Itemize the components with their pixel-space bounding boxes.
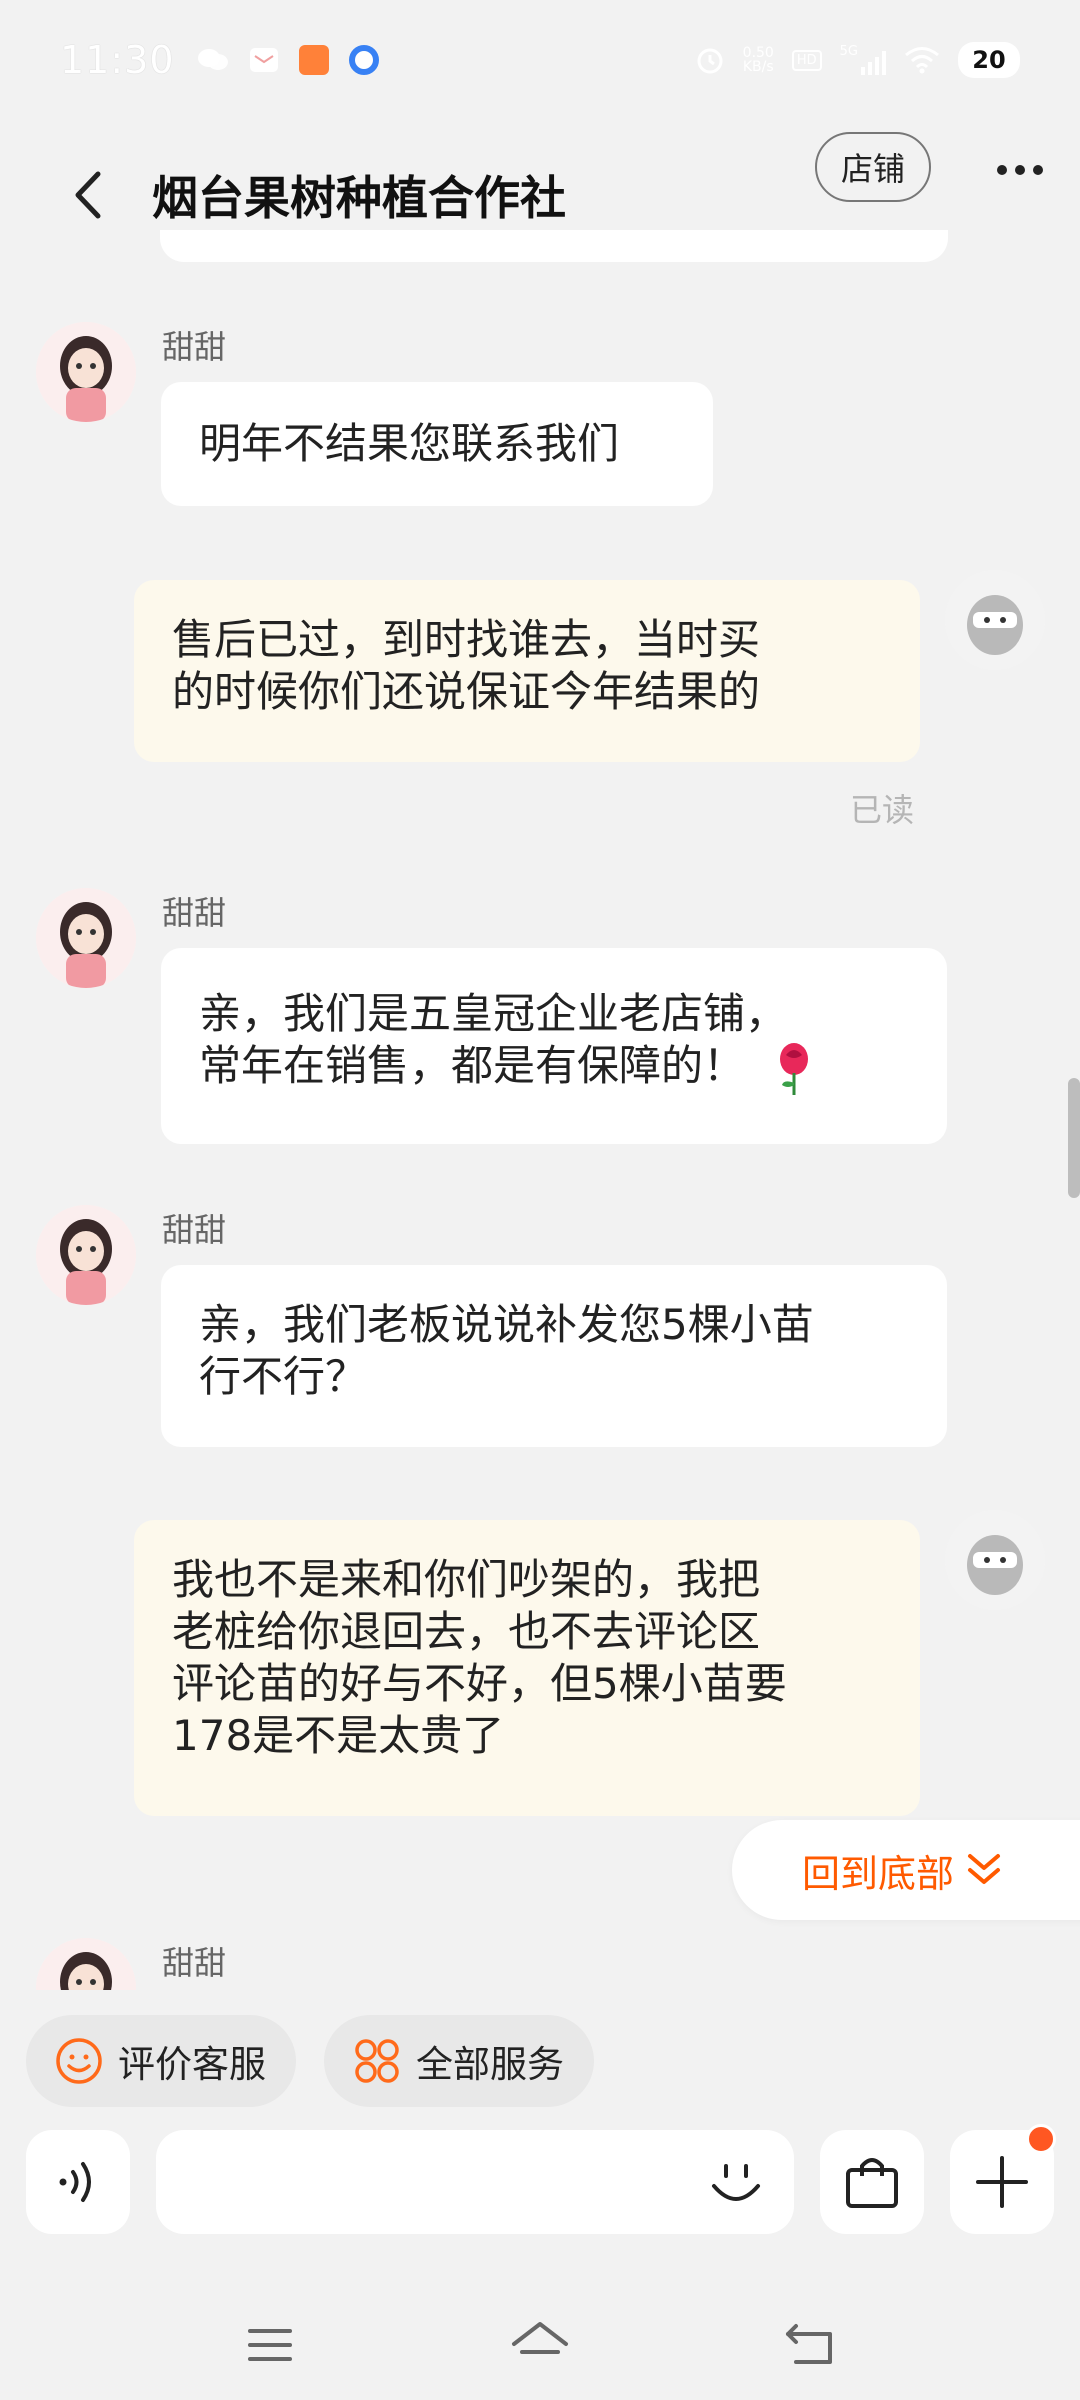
message-line: 的时候你们还说保证今年结果的 (172, 667, 761, 716)
taobao-notification-icon (298, 45, 329, 75)
net-speed: 0.50 KB/s (742, 45, 774, 75)
chip-label: 全部服务 (416, 2043, 564, 2086)
input-bar (0, 2124, 1080, 2240)
voice-icon (59, 2162, 91, 2202)
message-line: 亲，我们老板说说补发您5棵小苗 (199, 1300, 814, 1349)
message-input[interactable] (156, 2130, 676, 2234)
notification-icons (197, 45, 379, 75)
home-icon (512, 2322, 568, 2354)
message-input-field[interactable] (156, 2130, 794, 2234)
system-icons: 0.50 KB/s HD 5G 20 (695, 42, 1020, 78)
message-line: 售后已过，到时找谁去，当时买 (172, 615, 761, 664)
battery-indicator: 20 (958, 42, 1020, 78)
browser-notification-icon (348, 45, 379, 75)
avatar[interactable] (36, 1205, 136, 1305)
menu-icon (248, 2329, 292, 2361)
back-arrow-icon (786, 2324, 832, 2364)
seller-avatar-icon (36, 1205, 136, 1305)
avatar[interactable] (36, 888, 136, 988)
emoji-button[interactable] (706, 2152, 766, 2212)
previous-message-bubble (160, 230, 948, 262)
user-avatar-icon (945, 1510, 1045, 1610)
all-services-button[interactable]: 全部服务 (324, 2015, 594, 2107)
seller-avatar-icon (36, 322, 136, 422)
message-bubble[interactable]: 亲，我们老板说说补发您5棵小苗 行不行？ (161, 1265, 947, 1447)
new-badge (1026, 2124, 1056, 2154)
shopping-bag-icon (846, 2158, 898, 2208)
sender-name: 甜甜 (162, 894, 227, 932)
message-bubble[interactable]: 亲，我们是五皇冠企业老店铺， 常年在销售，都是有保障的！ (161, 948, 947, 1144)
message-line: 常年在销售，都是有保障的！ (199, 1040, 909, 1097)
chip-label: 评价客服 (118, 2043, 266, 2086)
chat-title: 烟台果树种植合作社 (152, 171, 566, 225)
smile-icon (54, 2036, 104, 2086)
message-line: 我也不是来和你们吵架的，我把 (172, 1555, 761, 1604)
message-line: 178是不是太贵了 (172, 1711, 505, 1760)
menu-button[interactable] (235, 2310, 305, 2380)
back-nav-button[interactable] (775, 2310, 845, 2380)
rose-icon (780, 1042, 809, 1095)
double-chevron-down-icon (968, 1854, 1001, 1884)
read-status: 已读 (850, 791, 915, 829)
status-time: 11:30 (60, 38, 175, 82)
chat-notification-icon (197, 49, 228, 70)
wifi-icon (905, 47, 939, 74)
back-to-bottom-label: 回到底部 (802, 1851, 955, 1896)
avatar[interactable] (36, 1938, 136, 1990)
emoji-face-icon (712, 2164, 760, 2201)
mail-notification-icon (249, 48, 278, 72)
chat-messages[interactable]: 甜甜 明年不结果您联系我们 售后已过，到时找谁去，当时买 的时候你们还说保证今年… (0, 230, 1080, 1990)
more-dots-icon (997, 165, 1043, 175)
shop-button[interactable]: 店铺 (815, 132, 931, 202)
chevron-left-icon (75, 171, 101, 219)
seller-avatar-icon (36, 1938, 136, 1990)
message-line: 行不行？ (199, 1352, 368, 1401)
voice-input-button[interactable] (26, 2130, 130, 2234)
sender-name: 甜甜 (162, 1944, 227, 1982)
my-avatar[interactable] (945, 1510, 1045, 1610)
my-message-bubble[interactable]: 我也不是来和你们吵架的，我把 老桩给你退回去，也不去评论区 评论苗的好与不好，但… (134, 1520, 920, 1816)
scrollbar[interactable] (1068, 1078, 1080, 1198)
user-avatar-icon (945, 570, 1045, 670)
message-bubble[interactable]: 明年不结果您联系我们 (161, 382, 713, 506)
home-button[interactable] (505, 2310, 575, 2380)
alarm-icon (697, 48, 723, 74)
message-line: 亲，我们是五皇冠企业老店铺， (199, 989, 788, 1038)
message-line: 老桩给你退回去，也不去评论区 (172, 1607, 761, 1656)
signal-icon: 5G (840, 45, 886, 75)
sender-name: 甜甜 (162, 328, 227, 366)
message-line: 评论苗的好与不好，但5棵小苗要 (172, 1659, 787, 1708)
plus-icon (976, 2156, 1028, 2208)
product-button[interactable] (820, 2130, 924, 2234)
more-options-button[interactable] (990, 140, 1050, 200)
system-nav-bar (0, 2290, 1080, 2400)
quick-actions: 评价客服 全部服务 (0, 2015, 1080, 2107)
hd-badge: HD (791, 49, 822, 71)
status-bar: 11:30 0.50 KB/s HD 5G 20 (0, 0, 1080, 120)
rate-service-button[interactable]: 评价客服 (26, 2015, 296, 2107)
my-avatar[interactable] (945, 570, 1045, 670)
avatar[interactable] (36, 322, 136, 422)
my-message-bubble[interactable]: 售后已过，到时找谁去，当时买 的时候你们还说保证今年结果的 (134, 580, 920, 762)
seller-avatar-icon (36, 888, 136, 988)
more-functions-button[interactable] (950, 2124, 1056, 2234)
sender-name: 甜甜 (162, 1211, 227, 1249)
back-to-bottom-button[interactable]: 回到底部 (732, 1820, 1080, 1920)
grid-icon (352, 2036, 402, 2086)
